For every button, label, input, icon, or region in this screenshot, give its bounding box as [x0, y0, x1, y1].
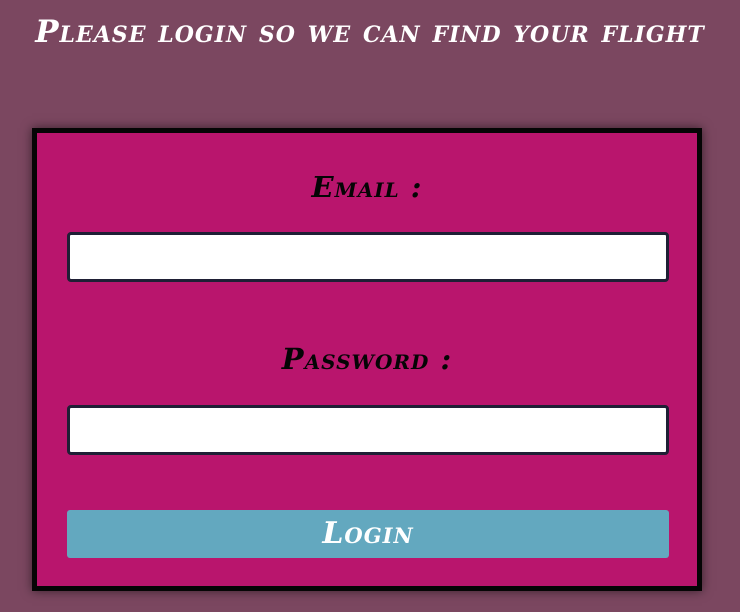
- email-input[interactable]: [67, 232, 669, 282]
- login-form: Email : Password : Login: [32, 128, 702, 591]
- password-label: Password :: [281, 342, 453, 376]
- login-button[interactable]: Login: [67, 510, 669, 558]
- page-title: Please login so we can find your flight: [35, 14, 705, 50]
- email-label: Email :: [311, 170, 423, 204]
- password-input[interactable]: [67, 405, 669, 455]
